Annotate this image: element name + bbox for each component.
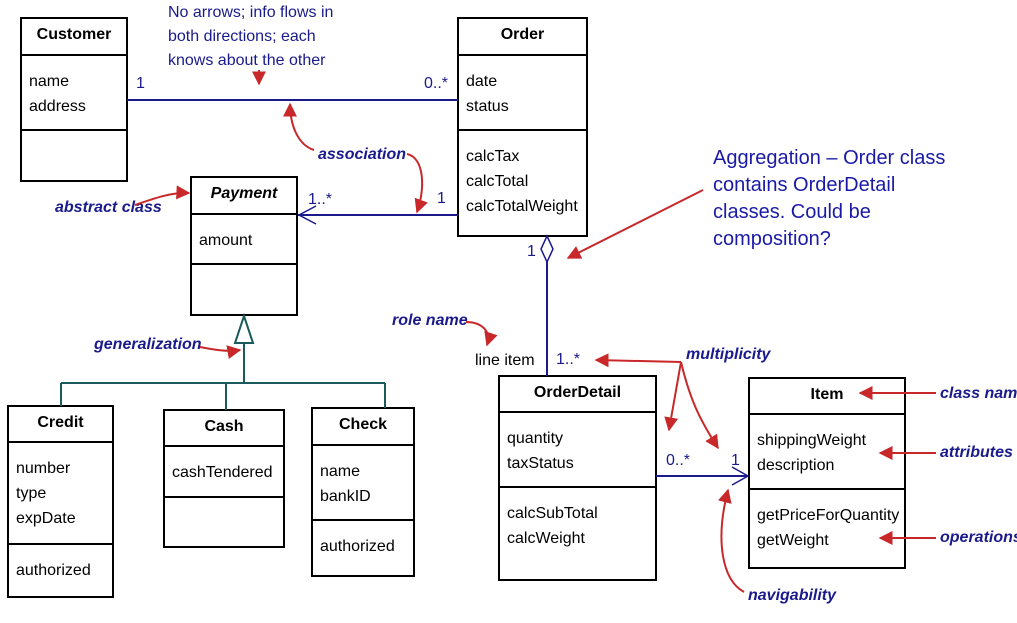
- class-orderdetail: OrderDetail quantity taxStatus calcSubTotal…: [498, 375, 657, 581]
- class-name: Customer: [37, 26, 112, 43]
- class-attribute: type: [16, 485, 46, 502]
- class-name: Order: [501, 26, 545, 43]
- aggregation-diamond: [540, 234, 554, 264]
- class-operation: calcTotal: [466, 173, 528, 190]
- class-attribute: name: [29, 73, 69, 90]
- label-operations: operations: [940, 529, 1017, 546]
- class-attribute: date: [466, 73, 497, 90]
- class-payment: Payment amount: [190, 176, 298, 316]
- association-note-line: knows about the other: [168, 52, 326, 69]
- label-class-name: class name: [940, 385, 1017, 402]
- association-note-line: both directions; each: [168, 28, 316, 45]
- class-name: Cash: [204, 418, 243, 435]
- class-attribute: description: [757, 457, 834, 474]
- class-order: Order date status calcTax calcTotal calcTotal…: [457, 17, 588, 237]
- class-attribute: cashTendered: [172, 464, 273, 481]
- class-name: Credit: [37, 414, 84, 431]
- multiplicity-customer: 1: [136, 75, 145, 92]
- association-note-line: No arrows; info flows in: [168, 4, 333, 21]
- generalization: [60, 312, 386, 410]
- class-attribute: bankID: [320, 488, 371, 505]
- class-operation: getPriceForQuantity: [757, 507, 899, 524]
- class-operation: calcTotalWeight: [466, 198, 578, 215]
- class-name: Check: [339, 416, 387, 433]
- class-attribute: name: [320, 463, 360, 480]
- multiplicity-order-payment: 1: [437, 190, 446, 207]
- class-attribute: quantity: [507, 430, 563, 447]
- class-name: OrderDetail: [534, 384, 621, 401]
- class-item: Item shippingWeight description getPriceFor…: [748, 377, 906, 569]
- class-operation: getWeight: [757, 532, 829, 549]
- aggregation-note-line: classes. Could be: [713, 201, 871, 223]
- class-attribute: address: [29, 98, 86, 115]
- class-operation: authorized: [16, 562, 91, 579]
- class-attribute: shippingWeight: [757, 432, 867, 449]
- label-multiplicity: multiplicity: [686, 346, 772, 363]
- class-attribute: status: [466, 98, 509, 115]
- label-association: association: [318, 146, 406, 163]
- multiplicity-payment: 1..*: [308, 191, 332, 208]
- class-attribute: expDate: [16, 510, 76, 527]
- class-operation: calcWeight: [507, 530, 586, 547]
- multiplicity-item: 1: [731, 452, 740, 469]
- class-operation: calcSubTotal: [507, 505, 598, 522]
- class-attribute: amount: [199, 232, 253, 249]
- multiplicity-orderdetail: 1..*: [556, 351, 580, 368]
- multiplicity-order-aggregation: 1: [527, 243, 536, 260]
- role-name: line item: [475, 352, 535, 369]
- label-navigability: navigability: [748, 587, 837, 604]
- class-name: Item: [811, 386, 844, 403]
- label-attributes: attributes: [940, 444, 1013, 461]
- class-attribute: taxStatus: [507, 455, 574, 472]
- multiplicity-order-customer: 0..*: [424, 75, 448, 92]
- class-cash: Cash cashTendered: [163, 409, 285, 548]
- class-attribute: number: [16, 460, 71, 477]
- uml-class-diagram: Customer name address Order date status calcTa…: [7, 4, 1017, 604]
- aggregation-note-line: composition?: [713, 228, 831, 250]
- label-role-name: role name: [392, 312, 468, 329]
- class-box: [498, 375, 657, 581]
- aggregation-note-line: contains OrderDetail: [713, 174, 895, 196]
- class-credit: Credit number type expDate authorized: [7, 405, 114, 598]
- multiplicity-orderdetail-item: 0..*: [666, 452, 690, 469]
- class-name: Payment: [211, 185, 278, 202]
- class-customer: Customer name address: [20, 17, 128, 182]
- label-generalization: generalization: [93, 336, 202, 353]
- class-check: Check name bankID authorized: [311, 407, 415, 577]
- class-operation: calcTax: [466, 148, 519, 165]
- aggregation-note-line: Aggregation – Order class: [713, 147, 945, 169]
- class-operation: authorized: [320, 538, 395, 555]
